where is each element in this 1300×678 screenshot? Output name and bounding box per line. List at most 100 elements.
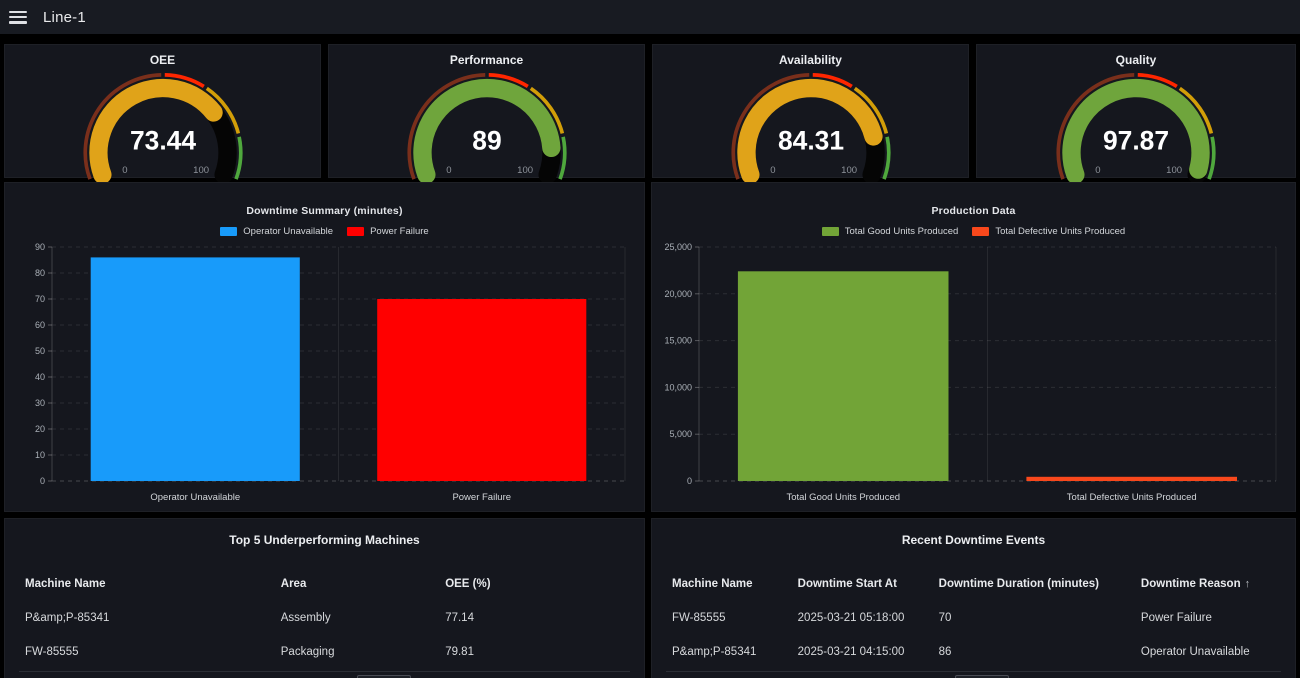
gauge-panel-performance: Performance 89 0 100 <box>328 44 645 178</box>
table-cell: 79.81 <box>445 646 634 658</box>
bar-total-defective-units-produced[interactable] <box>1026 477 1237 481</box>
y-tick-label: 60 <box>35 320 45 330</box>
y-tick-label: 70 <box>35 294 45 304</box>
underperforming-machines-table: Machine NameAreaOEE (%) P&amp;P-85341Asse… <box>5 567 644 669</box>
recent-downtime-events-table: Machine NameDowntime Start AtDowntime Du… <box>652 567 1295 669</box>
legend-item-total-good-units-produced[interactable]: Total Good Units Produced <box>822 226 959 237</box>
gauge-min-label: 0 <box>122 165 127 176</box>
column-header-area[interactable]: Area <box>281 578 445 590</box>
table-footer-divider <box>19 671 630 672</box>
panel-title: Availability <box>653 45 968 67</box>
table-row: P&amp;P-853412025-03-21 04:15:0086Operat… <box>672 635 1285 669</box>
table-row: FW-855552025-03-21 05:18:0070Power Failu… <box>672 601 1285 635</box>
y-tick-label: 0 <box>687 476 692 486</box>
gauge-value: 73.44 <box>129 126 195 156</box>
gauge-value: 89 <box>472 126 501 156</box>
legend-label: Power Failure <box>370 226 429 237</box>
chart-legend: Total Good Units Produced Total Defective… <box>652 226 1295 237</box>
column-header-downtime-duration-minutes-[interactable]: Downtime Duration (minutes) <box>939 578 1141 590</box>
gauge-value: 84.31 <box>777 126 843 156</box>
y-tick-label: 10 <box>35 450 45 460</box>
dashboard-title: Line-1 <box>43 9 86 26</box>
legend-swatch <box>822 227 839 236</box>
y-tick-label: 15,000 <box>664 336 692 346</box>
dashboard: Line-1 OEE 73.440100 Performance 890100 … <box>0 0 1300 678</box>
topbar: Line-1 <box>0 0 1300 35</box>
y-tick-label: 5,000 <box>669 429 692 439</box>
gauge-min-label: 0 <box>446 165 451 176</box>
legend-label: Operator Unavailable <box>243 226 333 237</box>
gauge-performance: 89 0 100 <box>399 69 575 179</box>
table-cell: Power Failure <box>1141 612 1285 624</box>
legend-label: Total Good Units Produced <box>845 226 959 237</box>
legend-swatch <box>347 227 364 236</box>
gauge-availability: 84.310 100 <box>723 69 899 179</box>
table-cell: Assembly <box>281 612 445 624</box>
gauge-quality: 97.870 100 <box>1048 69 1224 179</box>
y-tick-label: 25,000 <box>664 242 692 252</box>
gauge-max-label: 100 <box>841 165 857 176</box>
y-tick-label: 20,000 <box>664 289 692 299</box>
x-category-label: Power Failure <box>452 492 511 503</box>
recent-downtime-events-panel: Recent Downtime Events Machine NameDownt… <box>651 518 1296 678</box>
table-cell: 86 <box>939 646 1141 658</box>
bar-operator-unavailable[interactable] <box>91 257 300 481</box>
chart-title: Production Data <box>652 183 1295 217</box>
gauge-min-label: 0 <box>1095 165 1100 176</box>
table-footer-divider <box>666 671 1281 672</box>
legend-item-operator-unavailable[interactable]: Operator Unavailable <box>220 226 333 237</box>
table-cell: P&amp;P-85341 <box>25 612 281 624</box>
y-tick-label: 10,000 <box>664 382 692 392</box>
x-category-label: Total Defective Units Produced <box>1067 492 1197 503</box>
y-tick-label: 40 <box>35 372 45 382</box>
y-tick-label: 20 <box>35 424 45 434</box>
legend-item-power-failure[interactable]: Power Failure <box>347 226 429 237</box>
x-category-label: Total Good Units Produced <box>786 492 900 503</box>
bar-total-good-units-produced[interactable] <box>738 271 949 481</box>
chart-title: Downtime Summary (minutes) <box>5 183 644 217</box>
column-header-downtime-reason[interactable]: Downtime Reason↑ <box>1141 578 1285 590</box>
panel-title: Performance <box>329 45 644 67</box>
table-row: FW-85555Packaging79.81 <box>25 635 634 669</box>
legend-swatch <box>220 227 237 236</box>
gauge-max-label: 100 <box>1166 165 1182 176</box>
y-tick-label: 50 <box>35 346 45 356</box>
legend-label: Total Defective Units Produced <box>995 226 1125 237</box>
gauge-value: 97.87 <box>1103 126 1169 156</box>
gauge-threshold-segment <box>236 137 241 179</box>
table-header-row: Machine NameDowntime Start AtDowntime Du… <box>672 567 1285 601</box>
column-header-downtime-start-at[interactable]: Downtime Start At <box>798 578 939 590</box>
legend-swatch <box>972 227 989 236</box>
column-header-oee-[interactable]: OEE (%) <box>445 578 634 590</box>
y-tick-label: 90 <box>35 242 45 252</box>
legend-item-total-defective-units-produced[interactable]: Total Defective Units Produced <box>972 226 1125 237</box>
x-category-label: Operator Unavailable <box>150 492 240 503</box>
gauge-max-label: 100 <box>193 165 209 176</box>
table-cell: Packaging <box>281 646 445 658</box>
gauge-panel-availability: Availability 84.310 100 <box>652 44 969 178</box>
gauge-remainder-arc <box>213 112 227 174</box>
gauge-oee: 73.440 100 <box>75 69 251 179</box>
gauge-panel-quality: Quality 97.870 100 <box>976 44 1296 178</box>
gauge-threshold-segment <box>884 137 889 179</box>
gauge-min-label: 0 <box>770 165 775 176</box>
table-cell: Operator Unavailable <box>1141 646 1285 658</box>
gauge-max-label: 100 <box>517 165 533 176</box>
bar-power-failure[interactable] <box>377 299 586 481</box>
table-cell: 70 <box>939 612 1141 624</box>
menu-icon[interactable] <box>9 11 27 24</box>
y-tick-label: 30 <box>35 398 45 408</box>
downtime-summary-chart: 0102030405060708090Operator UnavailableP… <box>16 241 633 509</box>
column-header-machine-name[interactable]: Machine Name <box>672 578 798 590</box>
table-cell: P&amp;P-85341 <box>672 646 798 658</box>
panel-title: OEE <box>5 45 320 67</box>
table-title: Top 5 Underperforming Machines <box>5 519 644 547</box>
column-header-machine-name[interactable]: Machine Name <box>25 578 281 590</box>
table-header-row: Machine NameAreaOEE (%) <box>25 567 634 601</box>
underperforming-machines-panel: Top 5 Underperforming Machines Machine N… <box>4 518 645 678</box>
y-tick-label: 80 <box>35 268 45 278</box>
production-data-chart: 0 5,000 10,000 15,000 20,000 25,000 Total Good… <box>663 241 1284 509</box>
panel-title: Quality <box>977 45 1295 67</box>
table-title: Recent Downtime Events <box>652 519 1295 547</box>
gauge-threshold-segment <box>1209 137 1214 179</box>
